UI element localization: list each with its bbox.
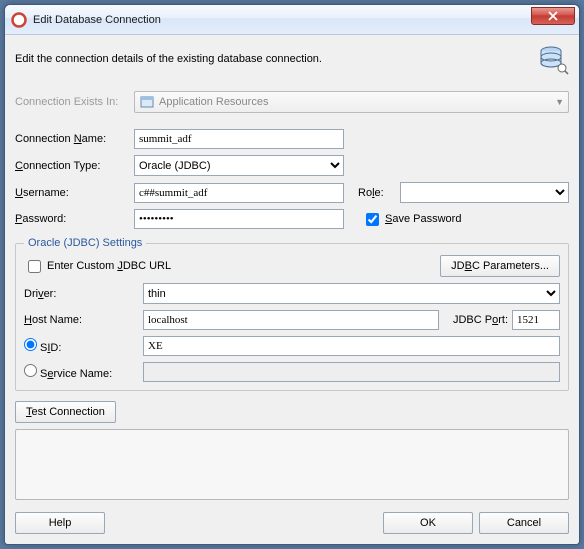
driver-select[interactable]: thin [143,283,560,304]
label-driver: Driver: [24,288,139,300]
username-input[interactable] [134,183,344,203]
jdbc-grid: Driver: thin Host Name: JDBC Port: SID: … [24,283,560,382]
label-port: JDBC Port: [453,314,508,326]
label-username: Username: [15,187,130,199]
description-text: Edit the connection details of the exist… [15,53,322,65]
row-password: Password: Save Password [15,209,569,229]
role-select[interactable] [400,182,569,203]
host-input[interactable] [143,310,439,330]
service-radio[interactable]: Service Name: [24,364,139,380]
footer: Help OK Cancel [15,506,569,534]
jdbc-legend: Oracle (JDBC) Settings [24,237,146,249]
test-connection-button[interactable]: Test Connection [15,401,116,423]
custom-url-checkbox[interactable]: Enter Custom JDBC URL [24,257,171,276]
row-username: Username: Role: [15,182,569,203]
port-input[interactable] [512,310,560,330]
custom-url-label: Enter Custom JDBC URL [47,260,171,272]
app-icon [11,12,27,28]
header-row: Edit the connection details of the exist… [15,43,569,75]
row-conn-type: Connection Type: Oracle (JDBC) [15,155,569,176]
row-custom-url: Enter Custom JDBC URL JDBC Parameters... [24,255,560,277]
row-conn-name: Connection Name: [15,129,569,149]
conn-type-select[interactable]: Oracle (JDBC) [134,155,344,176]
label-exists-in: Connection Exists In: [15,96,130,108]
row-exists-in: Connection Exists In: Application Resour… [15,91,569,113]
cancel-button[interactable]: Cancel [479,512,569,534]
save-password-checkbox[interactable]: Save Password [362,210,461,229]
password-input[interactable] [134,209,344,229]
test-result-box [15,429,569,500]
label-role: Role: [358,187,396,199]
dialog-window: Edit Database Connection Edit the connec… [4,4,580,545]
jdbc-settings-group: Oracle (JDBC) Settings Enter Custom JDBC… [15,237,569,391]
jdbc-params-button[interactable]: JDBC Parameters... [440,255,560,277]
exists-in-combo: Application Resources ▼ [134,91,569,113]
close-button[interactable] [531,7,575,25]
label-host: Host Name: [24,314,139,326]
conn-name-input[interactable] [134,129,344,149]
exists-in-value: Application Resources [159,96,268,108]
label-conn-name: Connection Name: [15,133,130,145]
resources-icon [139,94,155,110]
sid-input[interactable] [143,336,560,356]
chevron-down-icon: ▼ [555,97,564,107]
row-test: Test Connection [15,401,569,423]
save-password-label: Save Password [385,213,461,225]
label-password: Password: [15,213,130,225]
database-icon [537,43,569,75]
dialog-content: Edit the connection details of the exist… [5,35,579,544]
service-input [143,362,560,382]
help-button[interactable]: Help [15,512,105,534]
title-bar: Edit Database Connection [5,5,579,35]
ok-button[interactable]: OK [383,512,473,534]
window-title: Edit Database Connection [33,14,161,26]
sid-radio[interactable]: SID: [24,338,139,354]
label-conn-type: Connection Type: [15,160,130,172]
